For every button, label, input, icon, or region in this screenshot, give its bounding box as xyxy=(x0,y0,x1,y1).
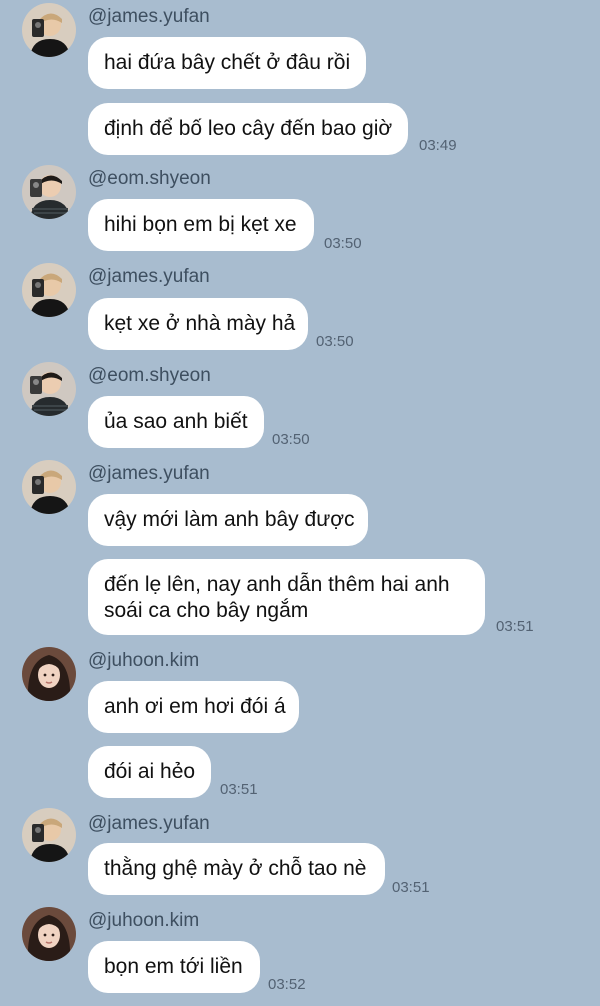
message-time: 03:49 xyxy=(419,137,457,154)
avatar-james-icon[interactable] xyxy=(22,3,76,57)
message-time: 03:51 xyxy=(220,781,258,798)
message-time: 03:52 xyxy=(268,976,306,993)
message-time: 03:50 xyxy=(272,431,310,448)
sender-name: @eom.shyeon xyxy=(88,365,211,386)
message-bubble[interactable]: đến lẹ lên, nay anh dẫn thêm hai anh soá… xyxy=(88,559,485,635)
avatar-james-icon[interactable] xyxy=(22,808,76,862)
message-bubble[interactable]: kẹt xe ở nhà mày hả xyxy=(88,298,308,350)
avatar-james-icon[interactable] xyxy=(22,263,76,317)
message-bubble[interactable]: thằng ghệ mày ở chỗ tao nè xyxy=(88,843,385,895)
sender-name: @juhoon.kim xyxy=(88,910,200,931)
message-time: 03:50 xyxy=(324,235,362,252)
message-time: 03:51 xyxy=(496,618,534,635)
sender-name: @eom.shyeon xyxy=(88,168,211,189)
sender-name: @juhoon.kim xyxy=(88,650,200,671)
message-time: 03:51 xyxy=(392,879,430,896)
sender-name: @james.yufan xyxy=(88,266,210,287)
message-bubble[interactable]: bọn em tới liền xyxy=(88,941,260,993)
avatar-juhoon-icon[interactable] xyxy=(22,907,76,961)
avatar-juhoon-icon[interactable] xyxy=(22,647,76,701)
avatar-eom-icon[interactable] xyxy=(22,362,76,416)
avatar-eom-icon[interactable] xyxy=(22,165,76,219)
message-bubble[interactable]: hihi bọn em bị kẹt xe xyxy=(88,199,314,251)
avatar-james-icon[interactable] xyxy=(22,460,76,514)
sender-name: @james.yufan xyxy=(88,6,210,27)
sender-name: @james.yufan xyxy=(88,813,210,834)
message-bubble[interactable]: ủa sao anh biết xyxy=(88,396,264,448)
message-bubble[interactable]: định để bố leo cây đến bao giờ xyxy=(88,103,408,155)
message-time: 03:50 xyxy=(316,333,354,350)
chat-thread: @james.yufan hai đứa bây chết ở đâu rồi … xyxy=(0,0,600,1006)
message-bubble[interactable]: vậy mới làm anh bây được xyxy=(88,494,368,546)
message-bubble[interactable]: đói ai hẻo xyxy=(88,746,211,798)
sender-name: @james.yufan xyxy=(88,463,210,484)
message-bubble[interactable]: hai đứa bây chết ở đâu rồi xyxy=(88,37,366,89)
message-bubble[interactable]: anh ơi em hơi đói á xyxy=(88,681,299,733)
